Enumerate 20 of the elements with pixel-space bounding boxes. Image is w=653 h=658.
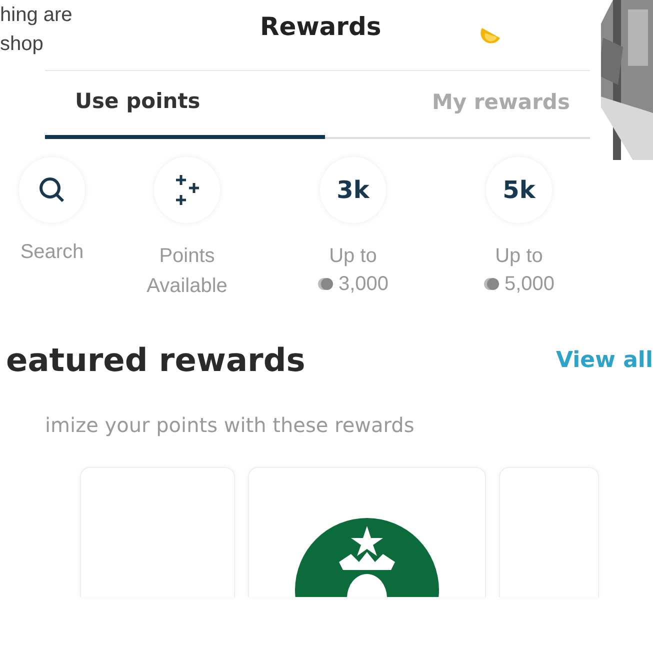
tier-label: 5k — [502, 176, 536, 204]
coin-icon — [317, 276, 336, 292]
action-label: Up to — [329, 244, 377, 269]
coin-icon — [483, 276, 502, 292]
background-text: shop — [0, 33, 44, 56]
section-subtitle: imize your points with these rewards — [45, 413, 416, 437]
points-value: 3,000 — [317, 271, 389, 297]
action-label: Search — [20, 240, 84, 265]
section-title: eatured rewards — [6, 341, 306, 379]
action-circle[interactable]: 3k — [320, 157, 386, 223]
tier-label: 3k — [336, 176, 370, 204]
reward-card[interactable] — [248, 467, 486, 597]
screen-title: Rewards — [260, 12, 382, 41]
search-icon — [38, 176, 66, 204]
tab[interactable]: Use points — [45, 89, 325, 139]
background-text: hing are — [0, 4, 74, 27]
action-circle[interactable]: 5k — [486, 157, 552, 223]
action-label: Up to — [495, 244, 543, 269]
action-label: Points Available — [146, 244, 228, 299]
points-value: 5,000 — [483, 271, 555, 297]
